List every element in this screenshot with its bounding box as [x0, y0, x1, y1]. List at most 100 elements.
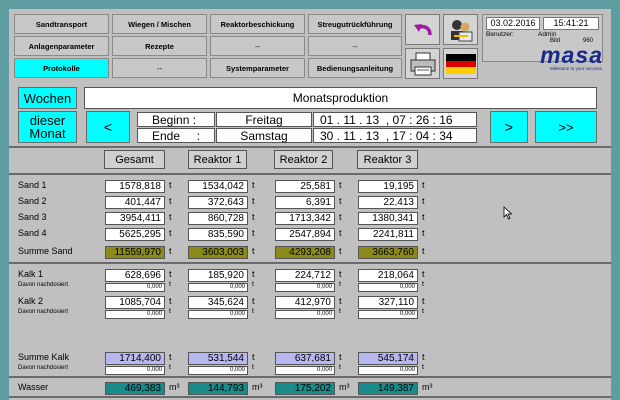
- back-button[interactable]: [405, 14, 440, 45]
- divider: [9, 173, 611, 175]
- unit-label: t: [169, 364, 171, 371]
- sub-value-field: 0,000: [188, 366, 248, 375]
- value-field: 1534,042: [188, 180, 248, 193]
- row-label: Sand 4: [18, 228, 47, 238]
- unit-label: t: [169, 246, 172, 256]
- sub-value-field: 0,000: [105, 283, 165, 292]
- unit-label: m³: [252, 382, 263, 392]
- value-field: 22,413: [358, 196, 418, 209]
- value-field: 637,681: [275, 352, 335, 365]
- unit-label: t: [339, 352, 342, 362]
- end-label: Ende :: [137, 128, 215, 143]
- unit-label: m³: [422, 382, 433, 392]
- end-datetime: 30 . 11 . 13 , 17 : 04 : 34: [313, 128, 477, 143]
- user-login-button[interactable]: [443, 14, 478, 45]
- unit-label: t: [422, 296, 425, 306]
- begin-datetime: 01 . 11 . 13 , 07 : 26 : 16: [313, 112, 477, 127]
- column-reaktor-2: Reaktor 2: [274, 150, 333, 169]
- date-field: 03.02.2016: [486, 17, 540, 30]
- nav-rezepte[interactable]: Rezepte: [112, 36, 207, 56]
- nav-empty-2[interactable]: --: [308, 36, 402, 56]
- nav-wiegen-mischen[interactable]: Wiegen / Mischen: [112, 14, 207, 34]
- unit-label: t: [169, 212, 172, 222]
- value-field: 11559,970: [105, 246, 165, 259]
- row-label: Kalk 2: [18, 296, 44, 306]
- language-button[interactable]: [443, 48, 478, 79]
- unit-label: t: [339, 281, 341, 288]
- print-button[interactable]: [405, 48, 440, 79]
- row-label: Sand 1: [18, 180, 47, 190]
- unit-label: t: [252, 196, 255, 206]
- sub-value-field: 0,000: [358, 366, 418, 375]
- next-period-button[interactable]: >: [490, 111, 528, 143]
- nav-reaktorbeschickung[interactable]: Reaktorbeschickung: [210, 14, 305, 34]
- masa-logo: masa Milestone to your success.: [525, 44, 603, 74]
- unit-label: t: [252, 352, 255, 362]
- value-field: 1578,818: [105, 180, 165, 193]
- sub-value-field: 0,000: [188, 283, 248, 292]
- begin-time: , 07 : 26 : 16: [385, 112, 453, 127]
- value-field: 5625,295: [105, 228, 165, 241]
- sub-value-field: 0,000: [105, 310, 165, 319]
- value-field: 149,387: [358, 382, 418, 395]
- value-field: 345,624: [188, 296, 248, 309]
- unit-label: t: [339, 364, 341, 371]
- users-icon: [450, 19, 472, 41]
- value-field: 412,970: [275, 296, 335, 309]
- begin-date: 01 . 11 . 13: [320, 112, 380, 127]
- value-field: 1713,342: [275, 212, 335, 225]
- unit-label: t: [169, 281, 171, 288]
- sub-value-field: 0,000: [275, 366, 335, 375]
- unit-label: t: [422, 196, 425, 206]
- nav-empty-1[interactable]: --: [210, 36, 305, 56]
- value-field: 4293,208: [275, 246, 335, 259]
- unit-label: t: [339, 246, 342, 256]
- value-field: 1380,341: [358, 212, 418, 225]
- unit-label: t: [252, 308, 254, 315]
- value-field: 2241,811: [358, 228, 418, 241]
- unit-label: t: [339, 196, 342, 206]
- sub-value-field: 0,000: [105, 366, 165, 375]
- value-field: 835,590: [188, 228, 248, 241]
- unit-label: t: [339, 296, 342, 306]
- wochen-button[interactable]: Wochen: [18, 87, 77, 109]
- nav-anlagenparameter[interactable]: Anlagenparameter: [14, 36, 109, 56]
- nav-empty-3[interactable]: --: [112, 58, 207, 78]
- end-day: Samstag: [216, 128, 312, 143]
- value-field: 469,383: [105, 382, 165, 395]
- value-field: 3954,411: [105, 212, 165, 225]
- unit-label: t: [422, 308, 424, 315]
- value-field: 6,391: [275, 196, 335, 209]
- user-label: Benutzer:: [486, 31, 514, 38]
- column-gesamt: Gesamt: [104, 150, 165, 169]
- unit-label: t: [339, 269, 342, 279]
- nav-systemparameter[interactable]: Systemparameter: [210, 58, 305, 78]
- logo-wordmark: masa: [540, 42, 603, 68]
- printer-icon: [410, 52, 435, 75]
- end-date: 30 . 11 . 13: [320, 128, 380, 143]
- nav-bedienungsanleitung[interactable]: Bedienungsanleitung: [308, 58, 402, 78]
- end-time: , 17 : 04 : 34: [385, 128, 453, 143]
- unit-label: t: [169, 352, 172, 362]
- nav-streugutrueckfuehrung[interactable]: Streugutrückführung: [308, 14, 402, 34]
- sub-value-field: 0,000: [188, 310, 248, 319]
- row-label: Kalk 1: [18, 269, 44, 279]
- prev-period-button[interactable]: <: [86, 111, 130, 143]
- unit-label: t: [252, 296, 255, 306]
- value-field: 144,793: [188, 382, 248, 395]
- value-field: 401,447: [105, 196, 165, 209]
- nav-protokolle[interactable]: Protokolle: [14, 58, 109, 78]
- unit-label: t: [422, 352, 425, 362]
- divider: [9, 146, 611, 148]
- nav-sandtransport[interactable]: Sandtransport: [14, 14, 109, 34]
- unit-label: t: [252, 212, 255, 222]
- value-field: 531,544: [188, 352, 248, 365]
- unit-label: t: [252, 364, 254, 371]
- value-field: 185,920: [188, 269, 248, 282]
- value-field: 25,581: [275, 180, 335, 193]
- next-fast-button[interactable]: >>: [535, 111, 597, 143]
- dieser-monat-button[interactable]: dieser Monat: [18, 111, 77, 143]
- sub-row-label: Davon nachdosiert: [18, 309, 69, 315]
- divider: [9, 376, 611, 378]
- german-flag-icon: [445, 53, 476, 74]
